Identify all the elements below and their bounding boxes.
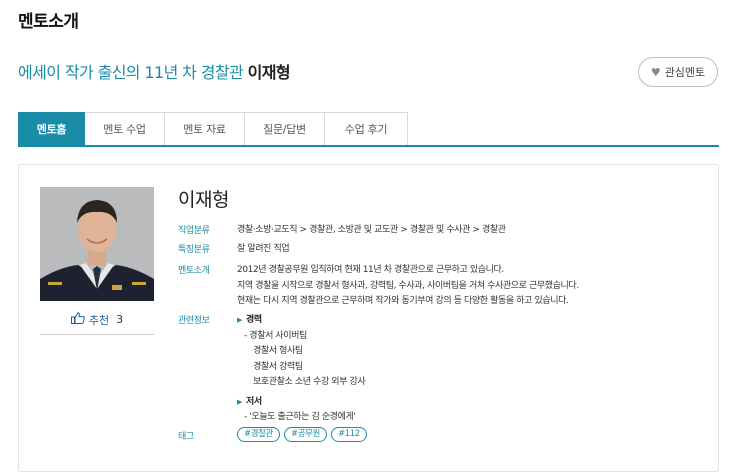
tab-mentor-class[interactable]: 멘토 수업 — [85, 112, 165, 146]
tab-class-review[interactable]: 수업 후기 — [325, 112, 408, 146]
job-category-value: 경찰·소방·교도직 > 경찰관, 소방관 및 교도관 > 경찰관 및 수사관 >… — [237, 225, 506, 235]
tab-label: 질문/답변 — [263, 123, 306, 136]
career-item: 보호관찰소 소년 수강 외부 강사 — [253, 377, 366, 387]
tab-qna[interactable]: 질문/답변 — [245, 112, 325, 146]
career-heading: ▶ 경력 — [237, 313, 667, 329]
tags-label: 태그 — [178, 432, 194, 442]
tab-mentor-home[interactable]: 멘토홈 — [18, 112, 85, 146]
feature-category-value: 잘 알려진 직업 — [237, 244, 290, 254]
recommend-label: 추천 — [88, 313, 110, 327]
mentor-headline: 에세이 작가 출신의 11년 차 경찰관 이재형 — [18, 59, 291, 83]
career-title: 경력 — [245, 315, 262, 325]
book-item: - '오늘도 출근하는 김 순경에게' — [244, 412, 356, 422]
tag-112[interactable]: #112 — [330, 427, 367, 442]
tab-label: 수업 후기 — [344, 123, 388, 136]
tab-label: 멘토홈 — [36, 123, 67, 136]
tab-label: 멘토 수업 — [103, 123, 146, 136]
career-item: 경찰서 강력팀 — [253, 361, 303, 372]
tab-mentor-materials[interactable]: 멘토 자료 — [165, 112, 245, 146]
intro-label: 멘토소개 — [178, 266, 210, 276]
heart-icon: ♥ — [650, 65, 661, 79]
intro-line: 지역 경찰을 시작으로 경찰서 형사과, 강력팀, 수사과, 사이버팀을 거쳐 … — [237, 280, 579, 291]
headline-text: 에세이 작가 출신의 11년 차 경찰관 — [18, 63, 244, 82]
mentor-photo — [40, 187, 154, 301]
tag-civil-servant[interactable]: #공무원 — [283, 427, 327, 442]
mentor-tabs: 멘토홈 멘토 수업 멘토 자료 질문/답변 수업 후기 — [18, 112, 408, 146]
intro-line: 2012년 경찰공무원 입직하여 현재 11년 차 경찰관으로 근무하고 있습니… — [237, 265, 504, 275]
intro-text: 2012년 경찰공무원 입직하여 현재 11년 차 경찰관으로 근무하고 있습니… — [237, 263, 667, 310]
related-info-label: 관련정보 — [178, 316, 210, 326]
tab-underline — [18, 145, 719, 147]
career-item: - 경찰서 사이버팀 — [244, 330, 307, 341]
thumbs-up-icon — [70, 312, 85, 327]
triangle-bullet-icon: ▶ — [237, 316, 242, 324]
triangle-bullet-icon: ▶ — [237, 397, 242, 406]
tags-container: #경찰관 #공무원 #112 — [237, 427, 667, 442]
career-item: 경찰서 형사팀 — [253, 346, 303, 356]
books-heading: ▶ 저서 — [237, 395, 667, 411]
feature-category-label: 특징분류 — [178, 245, 210, 255]
tag-police[interactable]: #경찰관 — [237, 427, 280, 442]
mentor-profile-card: 추천 3 이재형 직업분류 경찰·소방·교도직 > 경찰관, 소방관 및 교도관… — [18, 164, 719, 472]
page-title: 멘토소개 — [18, 12, 79, 32]
intro-line: 현재는 다시 지역 경찰관으로 근무하며 작가와 동기부여 강의 등 다양한 활… — [237, 296, 569, 306]
favorite-mentor-button[interactable]: ♥ 관심멘토 — [638, 57, 718, 87]
tab-label: 멘토 자료 — [183, 123, 226, 136]
mentor-name: 이재형 — [178, 189, 229, 211]
headline-mentor-name: 이재형 — [247, 63, 291, 82]
job-category-label: 직업분류 — [178, 226, 210, 236]
books-title: 저서 — [245, 396, 262, 407]
recommend-count: 3 — [116, 313, 124, 326]
favorite-mentor-label: 관심멘토 — [664, 66, 706, 79]
recommend-button[interactable]: 추천 3 — [40, 305, 154, 335]
related-info-content: ▶ 경력 - 경찰서 사이버팀 경찰서 형사팀 경찰서 강력팀 보호관찰소 소년… — [237, 313, 667, 426]
